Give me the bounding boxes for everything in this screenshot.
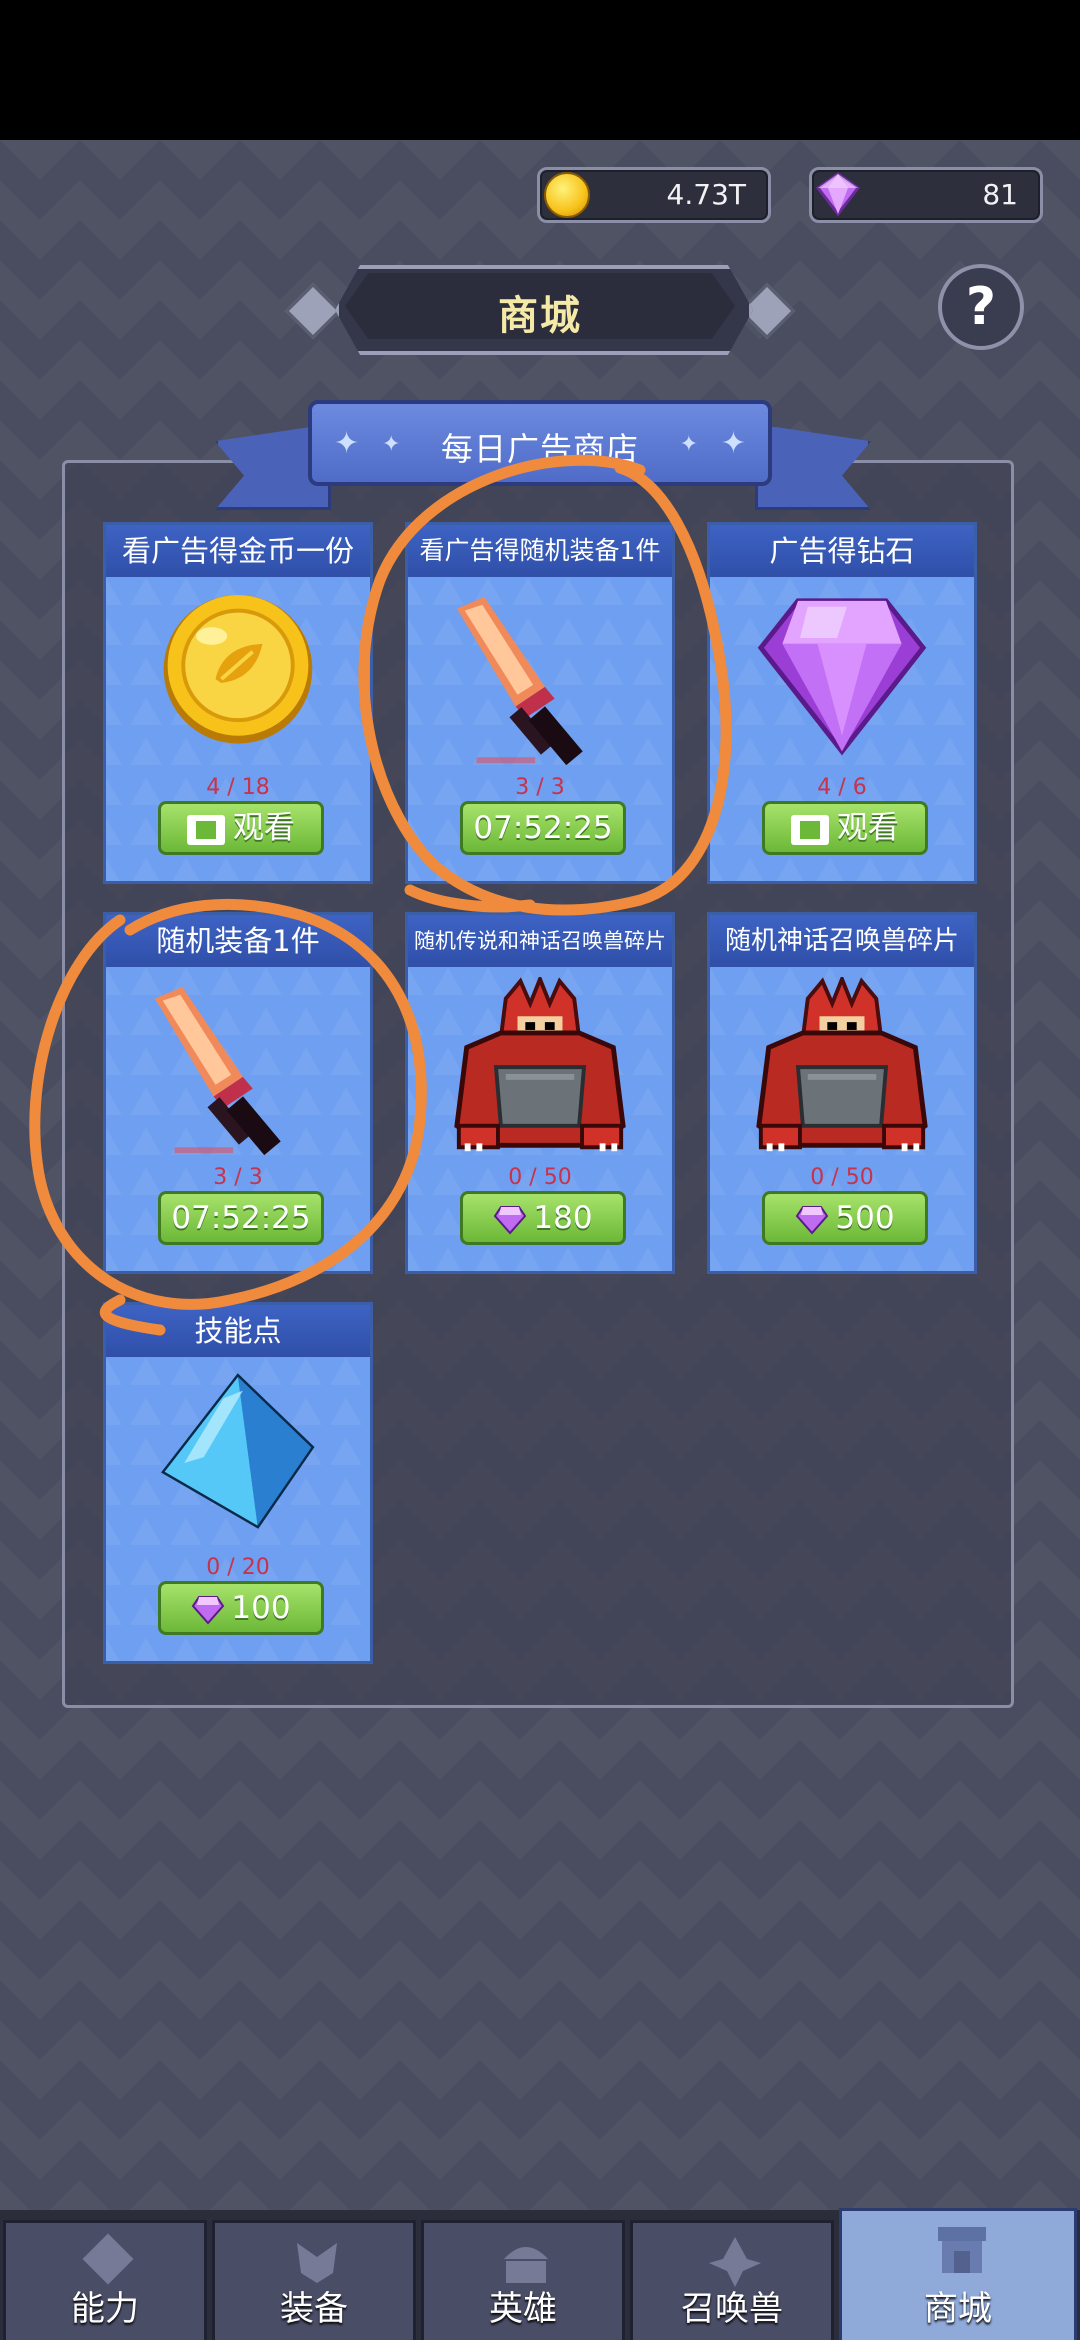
card-title: 随机装备1件 xyxy=(106,915,370,967)
sparkle-icon: ✦ xyxy=(679,432,698,457)
shop-card-legend-mythic-shards[interactable]: 随机传说和神话召唤兽碎片 0 / 50 180 xyxy=(405,912,675,1274)
flame-sword-icon xyxy=(456,596,583,766)
gem-icon xyxy=(796,1205,829,1235)
tab-equipment[interactable]: 装备 xyxy=(212,2220,416,2340)
cooldown-button[interactable]: 07:52:25 xyxy=(158,1191,324,1245)
page-title: 商城 xyxy=(498,293,582,339)
price-label: 180 xyxy=(533,1200,593,1236)
purchase-count: 0 / 50 xyxy=(810,1165,874,1190)
gem-icon xyxy=(192,1595,225,1625)
price-label: 100 xyxy=(231,1590,291,1626)
card-title: 广告得钻石 xyxy=(710,525,974,577)
shop-card-random-equipment-ad[interactable]: 看广告得随机装备1件 3 / 3 07:52:25 xyxy=(405,522,675,884)
shop-card-skill-point[interactable]: 技能点 0 / 20 100 xyxy=(103,1302,373,1664)
purchase-count: 4 / 18 xyxy=(206,775,270,800)
cooldown-button[interactable]: 07:52:25 xyxy=(460,801,626,855)
purple-gem-icon xyxy=(757,598,927,756)
card-title: 随机神话召唤兽碎片 xyxy=(710,915,974,967)
status-bar xyxy=(0,0,1080,140)
gold-amount: 4.73T xyxy=(666,178,746,211)
video-icon xyxy=(187,814,225,845)
sparkle-icon: ✦ xyxy=(720,426,746,461)
section-title: 每日广告商店 xyxy=(440,430,639,468)
button-label: 观看 xyxy=(233,810,295,846)
shop-card-gold[interactable]: 看广告得金币一份 4 / 18 观看 xyxy=(103,522,373,884)
card-title: 看广告得随机装备1件 xyxy=(408,525,672,577)
red-beast-icon xyxy=(756,977,928,1152)
shop-card-random-equipment[interactable]: 随机装备1件 3 / 3 07:52:25 xyxy=(103,912,373,1274)
tab-summon[interactable]: 召唤兽 xyxy=(630,2220,834,2340)
purchase-count: 3 / 3 xyxy=(213,1165,263,1190)
video-icon xyxy=(791,814,829,845)
watch-ad-button[interactable]: 观看 xyxy=(158,801,324,855)
button-label: 观看 xyxy=(837,810,899,846)
gem-amount: 81 xyxy=(982,178,1018,211)
purchase-count: 0 / 50 xyxy=(508,1165,572,1190)
card-title: 技能点 xyxy=(106,1305,370,1357)
purchase-count: 3 / 3 xyxy=(515,775,565,800)
tab-shop[interactable]: 商城 xyxy=(839,2208,1077,2340)
page-header: 商城 xyxy=(284,265,796,355)
buy-with-gems-button[interactable]: 500 xyxy=(762,1191,928,1245)
tab-label: 英雄 xyxy=(489,2289,557,2329)
card-title: 看广告得金币一份 xyxy=(106,525,370,577)
card-title: 随机传说和神话召唤兽碎片 xyxy=(408,915,672,967)
purchase-count: 4 / 6 xyxy=(817,775,867,800)
blue-crystal-icon xyxy=(161,1373,315,1529)
shop-card-mythic-shards[interactable]: 随机神话召唤兽碎片 0 / 50 500 xyxy=(707,912,977,1274)
gem-counter: 81 xyxy=(809,167,1043,223)
shop-icon xyxy=(938,2227,986,2273)
section-ribbon: ✦ ✦ 每日广告商店 ✦ ✦ xyxy=(308,400,772,486)
buy-with-gems-button[interactable]: 100 xyxy=(158,1581,324,1635)
tab-ability[interactable]: 能力 xyxy=(3,2220,207,2340)
tab-label: 装备 xyxy=(280,2289,348,2329)
price-label: 500 xyxy=(835,1200,895,1236)
shop-card-gems[interactable]: 广告得钻石 4 / 6 观看 xyxy=(707,522,977,884)
help-button[interactable]: ? xyxy=(938,264,1024,350)
gold-coin-icon xyxy=(544,172,590,218)
tab-label: 商城 xyxy=(924,2289,992,2329)
gem-icon xyxy=(494,1205,527,1235)
buy-with-gems-button[interactable]: 180 xyxy=(460,1191,626,1245)
watch-ad-button[interactable]: 观看 xyxy=(762,801,928,855)
gold-coin-icon xyxy=(163,594,313,744)
red-beast-icon xyxy=(454,977,626,1152)
tab-hero[interactable]: 英雄 xyxy=(421,2220,625,2340)
tab-label: 召唤兽 xyxy=(681,2289,783,2329)
gem-icon xyxy=(815,172,861,217)
tab-label: 能力 xyxy=(71,2289,139,2329)
flame-sword-icon xyxy=(154,986,281,1156)
gold-counter: 4.73T xyxy=(537,167,771,223)
purchase-count: 0 / 20 xyxy=(206,1555,270,1580)
